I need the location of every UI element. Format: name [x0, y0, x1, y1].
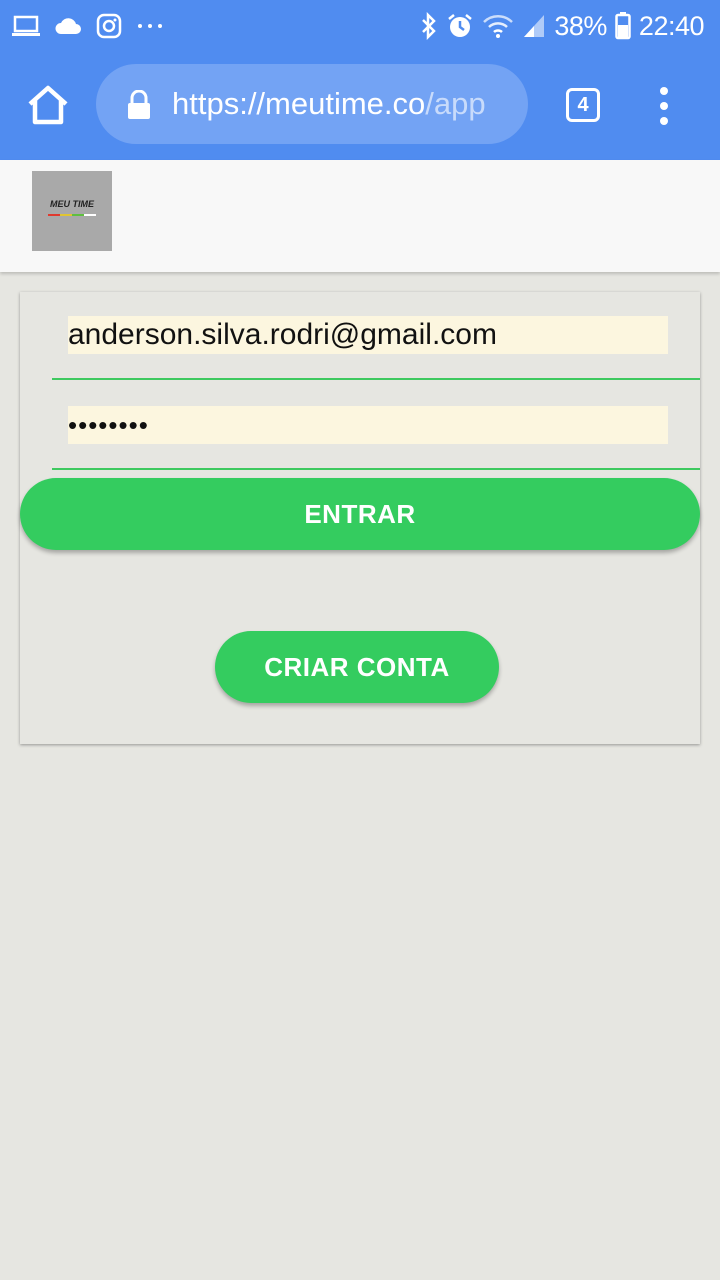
kebab-menu-icon	[652, 86, 676, 126]
address-bar[interactable]: https://meutime.co/app	[96, 64, 528, 144]
battery-percent: 38%	[554, 10, 607, 41]
battery-icon	[615, 12, 631, 40]
clock: 22:40	[638, 10, 705, 41]
create-account-button[interactable]: CRIAR CONTA	[215, 631, 499, 703]
home-icon	[24, 82, 72, 130]
app-header: MEU TIME	[0, 160, 720, 272]
overflow-menu-button[interactable]	[652, 86, 676, 126]
url-path: /app	[425, 86, 486, 121]
wifi-icon	[482, 13, 514, 39]
bluetooth-icon	[420, 12, 438, 40]
more-dots-icon	[136, 22, 164, 30]
instagram-icon	[96, 13, 122, 39]
lock-icon	[126, 90, 152, 120]
home-button[interactable]	[24, 82, 72, 130]
status-bar: 38% 22:40	[0, 0, 720, 52]
url-text: https://meutime.co/app	[172, 84, 512, 124]
tab-switcher-button[interactable]: 4	[566, 88, 600, 122]
email-field-underline	[52, 378, 700, 380]
status-bar-left	[12, 10, 164, 42]
email-field[interactable]	[68, 316, 668, 354]
login-card: •••••••• ENTRAR CRIAR CONTA	[20, 292, 700, 744]
laptop-icon	[12, 14, 40, 38]
logo-text: MEU TIME	[50, 199, 94, 209]
cloud-icon	[54, 16, 82, 36]
app-logo[interactable]: MEU TIME	[32, 171, 112, 251]
url-host: https://meutime.co	[172, 86, 426, 121]
login-button[interactable]: ENTRAR	[20, 478, 700, 550]
alarm-icon	[446, 12, 474, 40]
password-field-underline	[52, 468, 700, 470]
password-field[interactable]: ••••••••	[68, 406, 668, 444]
status-bar-right: 38% 22:40	[420, 8, 705, 44]
browser-toolbar: https://meutime.co/app 4	[0, 52, 720, 160]
signal-icon	[522, 13, 546, 39]
logo-stripe	[48, 214, 96, 216]
